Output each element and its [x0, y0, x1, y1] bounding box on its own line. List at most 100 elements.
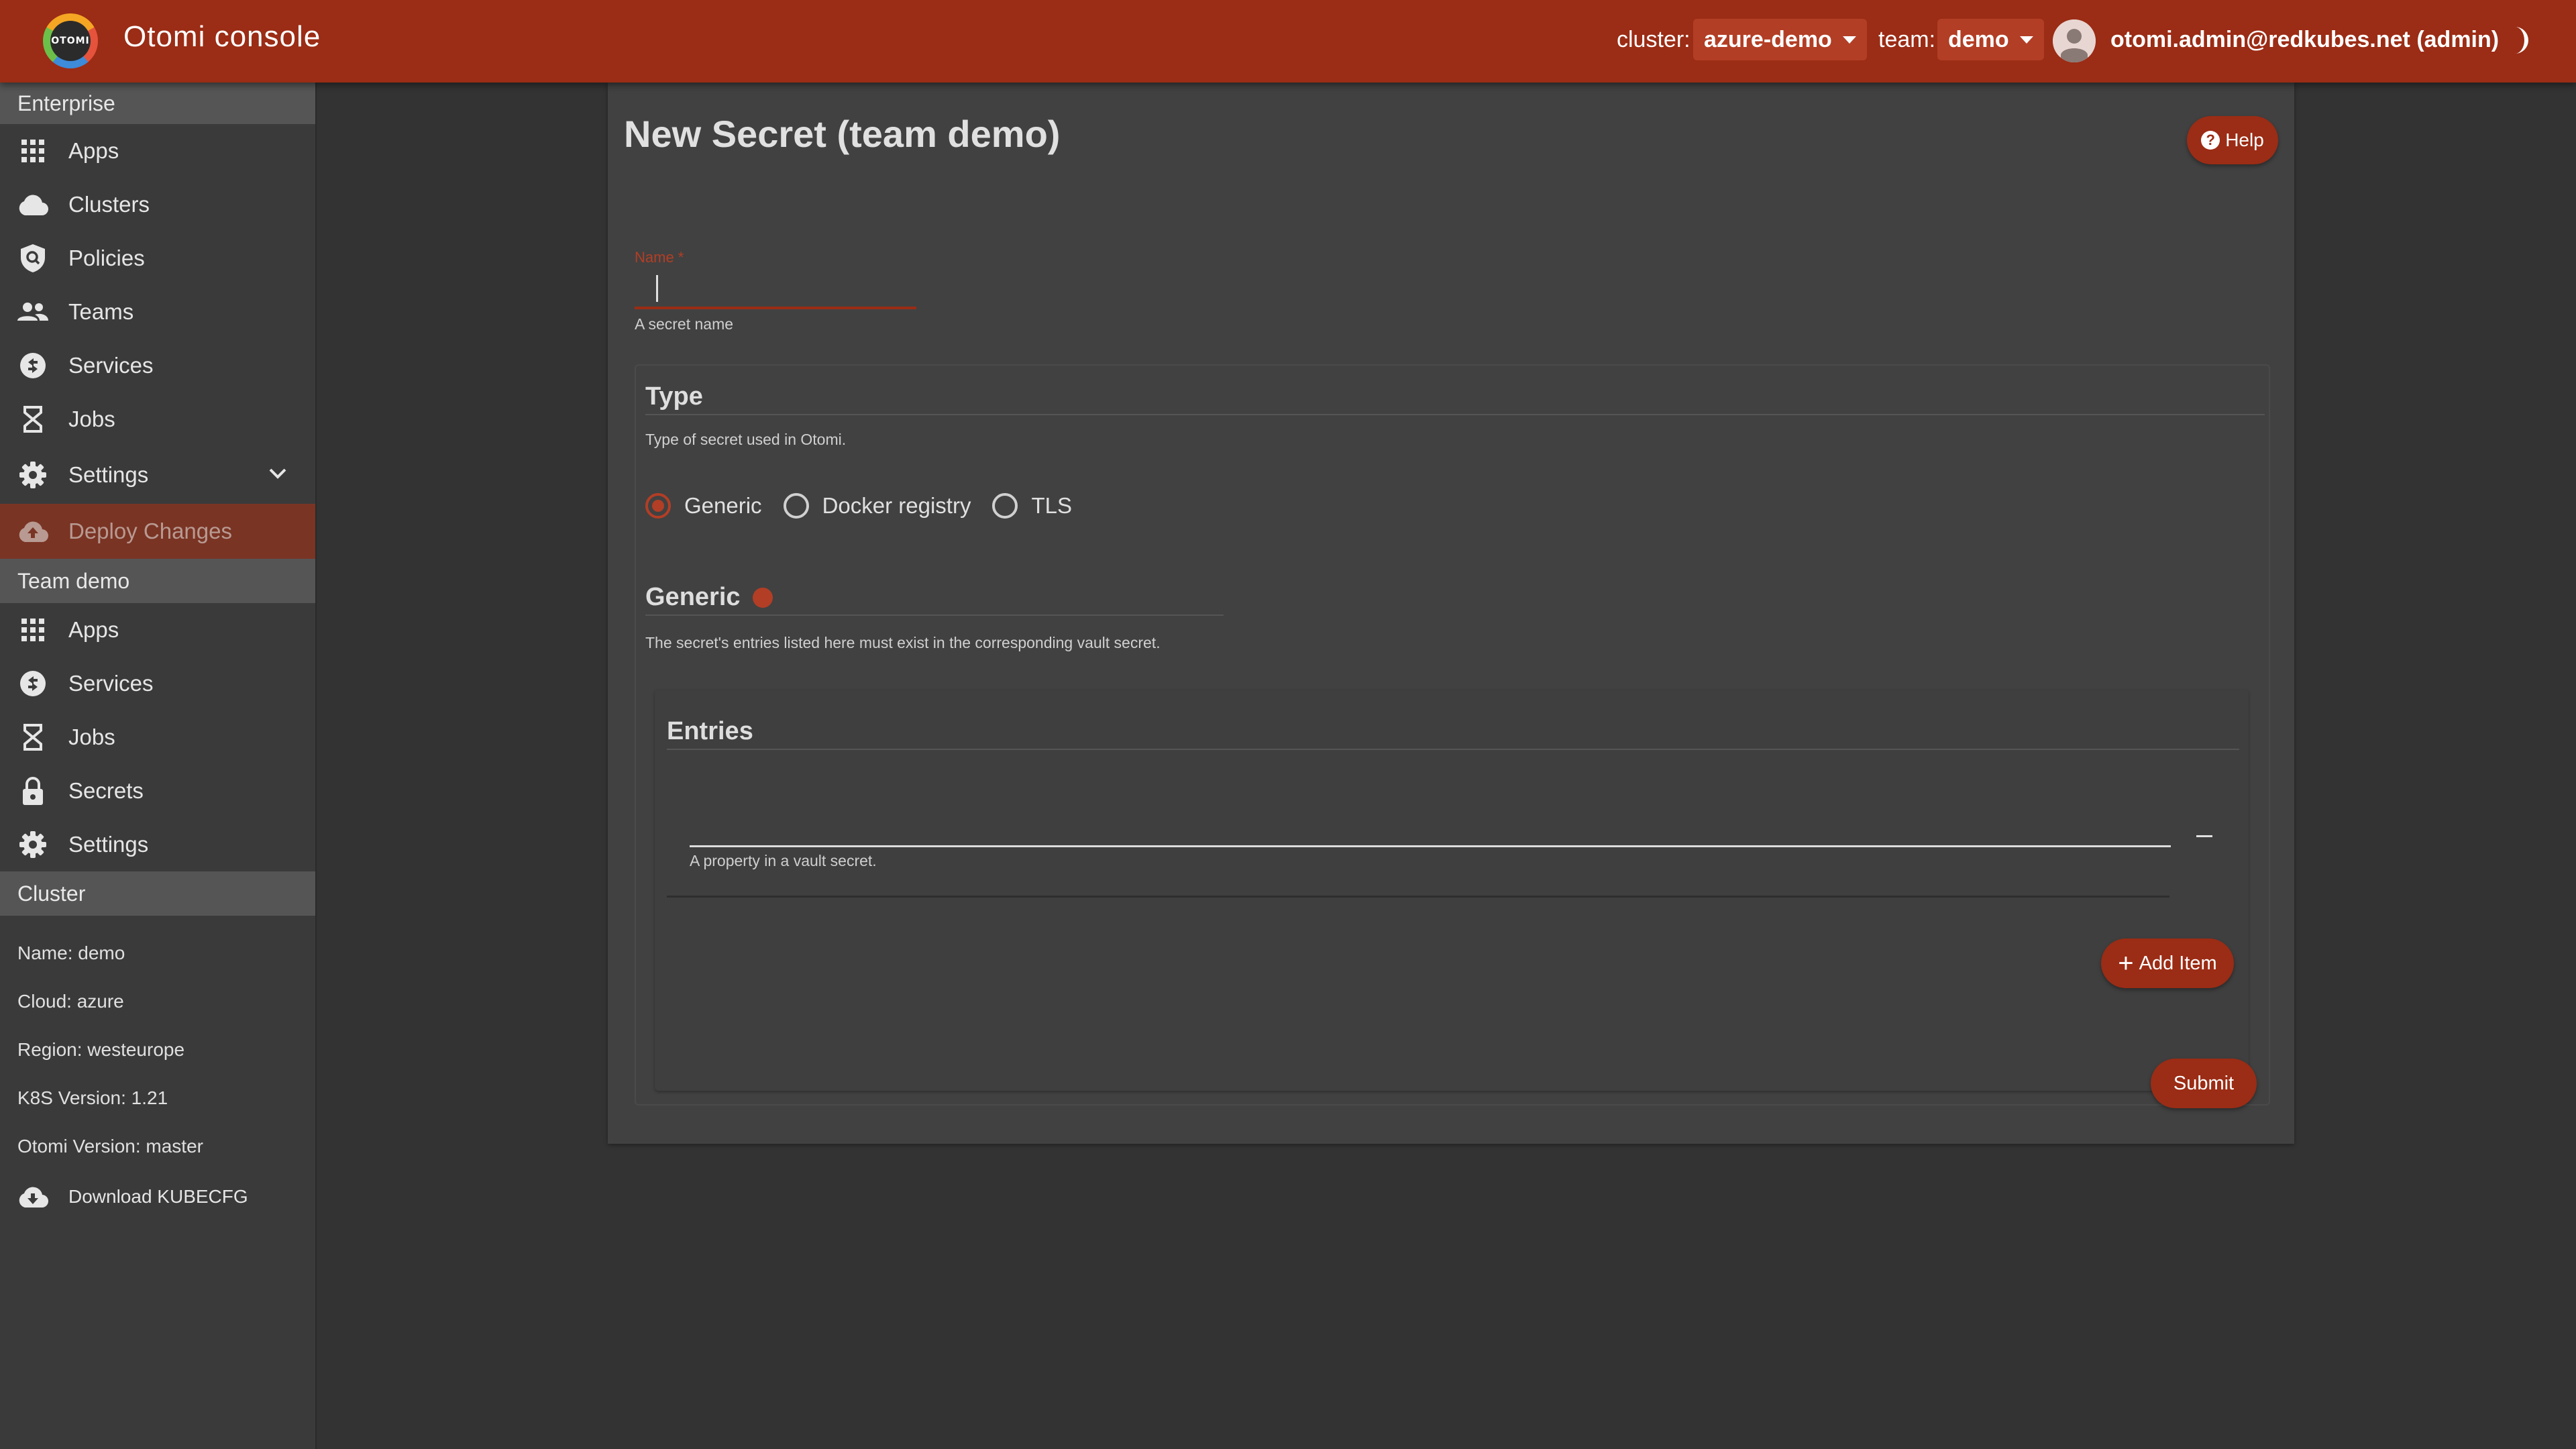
lock-icon	[17, 775, 48, 806]
cluster-info-cloud: Cloud: azure	[17, 991, 124, 1012]
deploy-changes-label: Deploy Changes	[68, 519, 232, 543]
sidebar-item-label: Services	[68, 353, 154, 378]
entry-input[interactable]	[690, 794, 2171, 845]
cluster-info-name: Name: demo	[17, 943, 125, 963]
sidebar-item-team-services[interactable]: Services	[0, 657, 315, 710]
cluster-info-k8s-version: K8S Version: 1.21	[17, 1087, 168, 1108]
logo-text: OTOMI	[50, 21, 91, 61]
user-avatar-icon[interactable]	[2053, 19, 2096, 62]
sidebar-item-label: Services	[68, 671, 154, 696]
add-item-button[interactable]: + Add Item	[2101, 938, 2234, 988]
remove-entry-button[interactable]	[2186, 817, 2223, 855]
team-select[interactable]: demo	[1937, 19, 2044, 60]
hourglass-icon	[17, 722, 48, 753]
generic-section-description: The secret's entries listed here must ex…	[645, 634, 1161, 651]
sidebar-section-enterprise: Enterprise	[0, 83, 315, 124]
sidebar-item-enterprise-settings[interactable]: Settings	[0, 446, 315, 504]
sidebar-item-team-apps[interactable]: Apps	[0, 603, 315, 657]
caret-down-icon	[2019, 36, 2033, 44]
sidebar-item-enterprise-jobs[interactable]: Jobs	[0, 392, 315, 446]
radio-docker-registry[interactable]	[783, 493, 809, 519]
cluster-value: azure-demo	[1704, 26, 1832, 52]
cloud-download-icon	[17, 1181, 48, 1212]
text-cursor	[656, 275, 658, 302]
chevron-down-icon[interactable]	[267, 462, 288, 484]
sidebar-item-label: Apps	[68, 138, 119, 163]
shield-icon	[17, 243, 48, 274]
people-icon	[17, 297, 48, 327]
name-field-helper: A secret name	[635, 315, 734, 333]
required-indicator-icon	[753, 588, 773, 608]
submit-button[interactable]: Submit	[2151, 1059, 2257, 1108]
radio-tls[interactable]	[992, 493, 1018, 519]
sidebar-item-label: Settings	[68, 462, 149, 487]
deploy-changes-button[interactable]: Deploy Changes	[0, 504, 315, 559]
sidebar-item-enterprise-services[interactable]: Services	[0, 339, 315, 392]
entries-section-title: Entries	[667, 717, 753, 745]
type-section-divider	[645, 414, 2265, 415]
radio-generic[interactable]	[645, 493, 671, 519]
services-icon	[17, 350, 48, 381]
help-icon: ?	[2201, 131, 2220, 150]
entry-divider	[667, 896, 2169, 898]
sidebar-section-cluster: Cluster	[0, 871, 315, 916]
plus-icon: +	[2118, 949, 2134, 978]
sidebar-item-label: Teams	[68, 299, 134, 324]
team-value: demo	[1948, 26, 2009, 52]
sidebar: Enterprise Apps Clusters Policies Teams …	[0, 83, 317, 1449]
gear-icon	[17, 460, 48, 490]
submit-label: Submit	[2173, 1072, 2235, 1094]
sidebar-item-label: Apps	[68, 617, 119, 642]
entries-section-divider	[667, 749, 2239, 750]
app-title[interactable]: Otomi console	[123, 20, 321, 54]
gear-icon	[17, 829, 48, 860]
form-panel: New Secret (team demo) ? Help Name * A s…	[608, 83, 2294, 1144]
name-field-underline	[635, 307, 916, 309]
user-name[interactable]: otomi.admin@redkubes.net (admin)	[2110, 27, 2499, 53]
sidebar-item-label: Jobs	[68, 407, 115, 431]
radio-docker-registry-label[interactable]: Docker registry	[822, 493, 971, 519]
cloud-upload-icon	[17, 516, 48, 547]
services-icon	[17, 668, 48, 699]
sidebar-item-teams[interactable]: Teams	[0, 285, 315, 339]
apps-grid-icon	[17, 614, 48, 645]
caret-down-icon	[1842, 36, 1856, 44]
sidebar-item-clusters[interactable]: Clusters	[0, 178, 315, 231]
sidebar-section-team: Team demo	[0, 559, 315, 603]
apps-grid-icon	[17, 136, 48, 166]
type-section-description: Type of secret used in Otomi.	[645, 431, 847, 448]
help-button[interactable]: ? Help	[2187, 116, 2278, 164]
app-bar: OTOMI Otomi console cluster: azure-demo …	[0, 0, 2576, 83]
generic-section-divider	[645, 614, 1224, 616]
download-kubecfg-button[interactable]: Download KUBECFG	[0, 1171, 315, 1223]
sidebar-item-label: Jobs	[68, 724, 115, 749]
cluster-info-otomi-version: Otomi Version: master	[17, 1136, 203, 1157]
generic-section-title: Generic	[645, 583, 741, 611]
sidebar-item-enterprise-apps[interactable]: Apps	[0, 124, 315, 178]
sidebar-item-label: Clusters	[68, 192, 150, 217]
type-section-title: Type	[645, 382, 703, 411]
dark-mode-toggle-icon[interactable]	[2506, 25, 2532, 55]
download-kubecfg-label: Download KUBECFG	[68, 1186, 248, 1207]
name-field-label: Name *	[635, 249, 684, 266]
sidebar-item-label: Secrets	[68, 778, 144, 803]
sidebar-item-label: Policies	[68, 246, 145, 270]
radio-tls-label[interactable]: TLS	[1031, 493, 1072, 519]
hourglass-icon	[17, 404, 48, 435]
sidebar-item-team-jobs[interactable]: Jobs	[0, 710, 315, 764]
entry-input-underline	[690, 845, 2171, 847]
cluster-label: cluster:	[1617, 27, 1690, 52]
page-title: New Secret (team demo)	[624, 113, 1061, 155]
sidebar-item-policies[interactable]: Policies	[0, 231, 315, 285]
type-radio-group: Generic Docker registry TLS	[645, 493, 1093, 519]
entry-input-helper: A property in a vault secret.	[690, 852, 877, 869]
otomi-logo[interactable]: OTOMI	[43, 13, 98, 68]
team-label: team:	[1878, 27, 1936, 52]
radio-generic-label[interactable]: Generic	[684, 493, 762, 519]
help-label: Help	[2225, 129, 2264, 150]
cloud-icon	[17, 189, 48, 220]
sidebar-item-team-settings[interactable]: Settings	[0, 818, 315, 871]
cluster-select[interactable]: azure-demo	[1693, 19, 1867, 60]
sidebar-item-label: Settings	[68, 832, 149, 857]
sidebar-item-secrets[interactable]: Secrets	[0, 764, 315, 818]
